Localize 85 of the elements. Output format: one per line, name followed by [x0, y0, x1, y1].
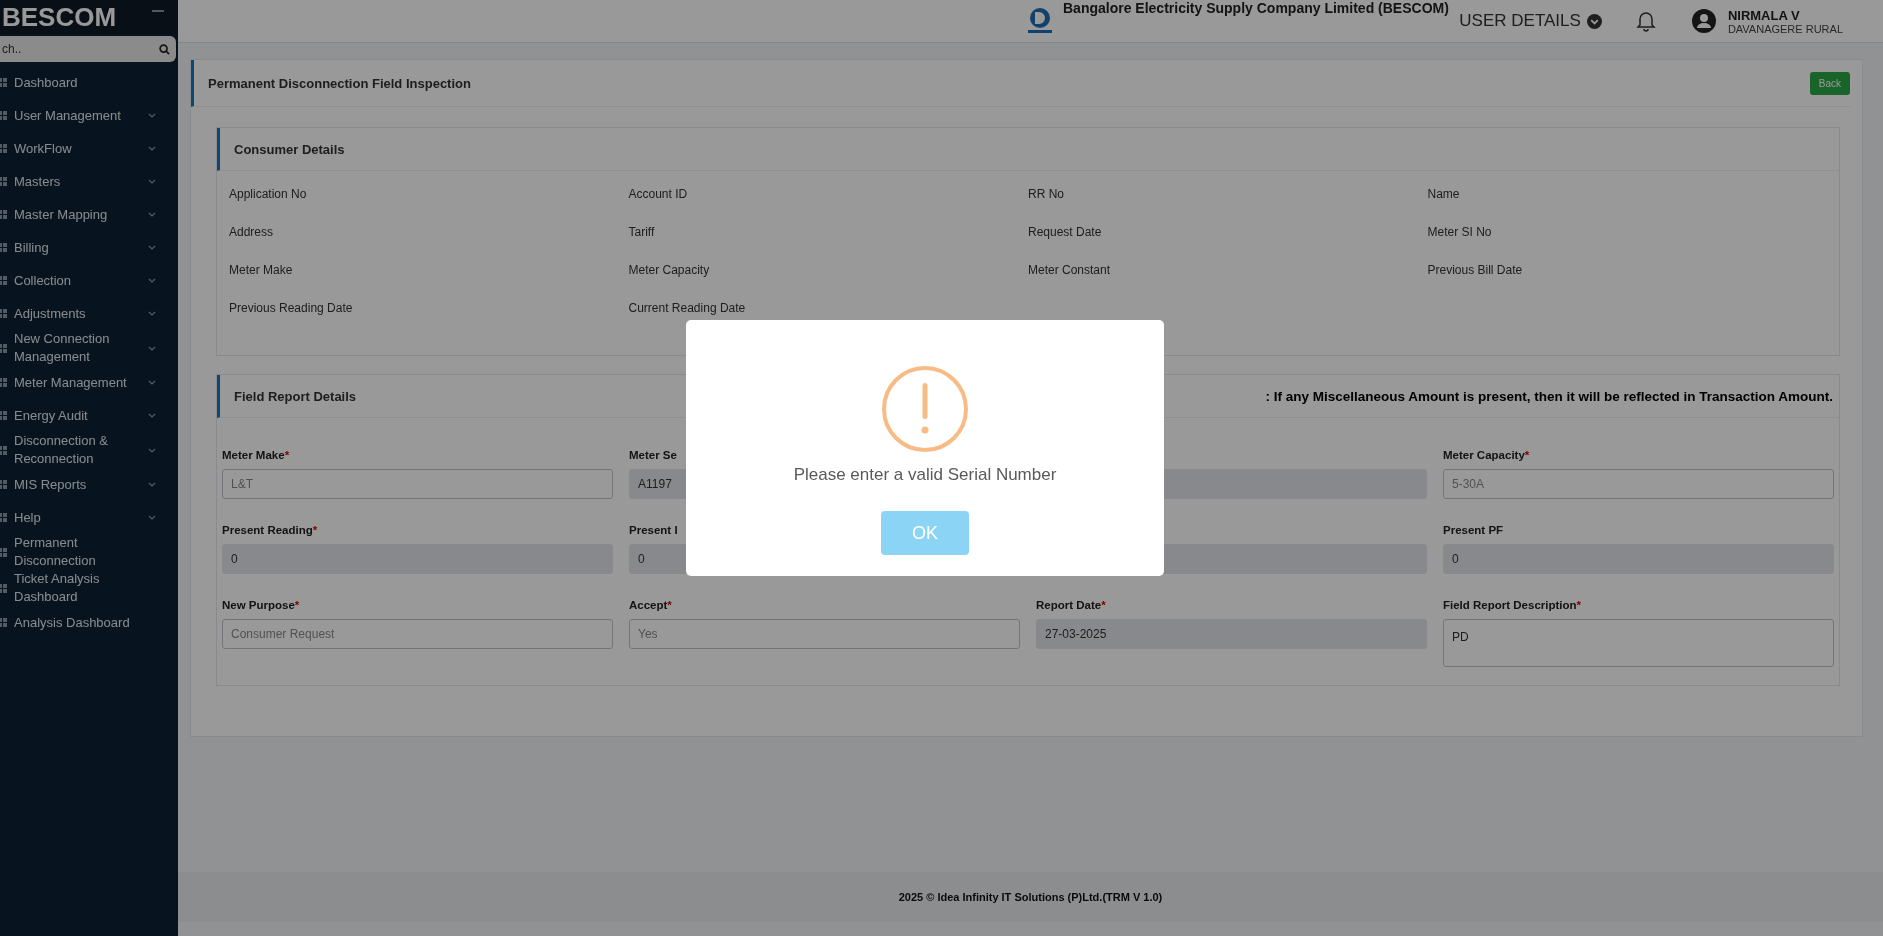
- dropdown-field[interactable]: Yes: [629, 619, 1020, 649]
- field-label: Present Reading*: [222, 524, 318, 536]
- field-label: Previous Reading Date: [229, 301, 354, 315]
- field-label: RR No: [1028, 187, 1065, 201]
- input-field[interactable]: 27-03-2025: [1036, 619, 1427, 649]
- field-label: Account ID: [628, 187, 689, 201]
- grid-icon: [0, 480, 7, 489]
- input-field[interactable]: 0: [222, 544, 613, 574]
- company-name: Bangalore Electricity Supply Company Limited (BESCOM): [1063, 0, 1449, 16]
- grid-icon: [0, 547, 7, 557]
- search-icon[interactable]: [159, 44, 170, 55]
- user-region: DAVANAGERE RURAL: [1727, 22, 1843, 35]
- section-title: Field Report Details: [234, 388, 357, 404]
- dialog-message: Please enter a valid Serial Number: [793, 465, 1057, 485]
- field-label: Application No: [229, 187, 308, 201]
- field-label: Meter Se: [629, 449, 677, 461]
- input-field[interactable]: 0: [1443, 544, 1834, 574]
- field-label: Address: [229, 225, 275, 239]
- sidebar-item[interactable]: Collection: [0, 264, 178, 297]
- text-area[interactable]: PD: [1443, 619, 1834, 667]
- grid-icon: [0, 583, 7, 593]
- field-label: Meter Capacity*: [1443, 449, 1530, 461]
- grid-icon: [0, 276, 7, 285]
- grid-icon: [0, 177, 7, 186]
- field-label: Tariff: [628, 225, 656, 239]
- sidebar-item[interactable]: Masters: [0, 165, 178, 198]
- sidebar-item[interactable]: Meter Management: [0, 366, 178, 399]
- field-label: Report Date*: [1036, 599, 1106, 611]
- sidebar-item[interactable]: MIS Reports: [0, 468, 178, 501]
- sidebar-item[interactable]: Disconnection & Reconnection: [0, 432, 178, 468]
- user-name: NIRMALA V: [1727, 7, 1801, 23]
- grid-icon: [0, 343, 7, 353]
- field-label: Accept*: [629, 599, 672, 611]
- grid-icon: [0, 513, 7, 522]
- field-label: Request Date: [1028, 225, 1103, 239]
- field-label: New Purpose*: [222, 599, 300, 611]
- brand-logo-text: BESCOM: [2, 2, 117, 32]
- bell-icon[interactable]: [1635, 10, 1656, 32]
- sidebar-item[interactable]: Dashboard: [0, 66, 178, 99]
- grid-icon: [0, 309, 7, 318]
- section-title: Consumer Details: [234, 141, 345, 157]
- chevron-circle-icon: [1586, 13, 1602, 29]
- field-label: Meter Constant: [1028, 263, 1112, 277]
- sidebar-item[interactable]: Energy Audit: [0, 399, 178, 432]
- note-text: : If any Miscellaneous Amount is present, then it will be reflected in Transaction Amount.: [1265, 388, 1833, 404]
- user-avatar-icon[interactable]: [1691, 9, 1716, 33]
- field-label: Field Report Description*: [1443, 599, 1582, 611]
- field-label: Name: [1427, 187, 1461, 201]
- field-label: Meter Capacity: [628, 263, 711, 277]
- dropdown-field[interactable]: 5-30A: [1443, 469, 1834, 499]
- sidebar-item[interactable]: Master Mapping: [0, 198, 178, 231]
- field-label: Meter SI No: [1427, 225, 1493, 239]
- sidebar-item[interactable]: New Connection Management: [0, 330, 178, 366]
- grid-icon: [0, 111, 7, 120]
- warning-icon: [881, 365, 969, 453]
- grid-icon: [0, 210, 7, 219]
- sidebar-item[interactable]: User Management: [0, 99, 178, 132]
- field-label: Current Reading Date: [628, 301, 747, 315]
- sidebar-item[interactable]: Ticket Analysis Dashboard: [0, 570, 178, 606]
- logo-icon: [1025, 8, 1055, 34]
- grid-icon: [0, 378, 7, 387]
- grid-icon: [0, 445, 7, 455]
- sidebar-item[interactable]: WorkFlow: [0, 132, 178, 165]
- grid-icon: [0, 78, 7, 87]
- menu-icon[interactable]: [152, 9, 164, 13]
- sidebar-item[interactable]: Adjustments: [0, 297, 178, 330]
- user-details-menu[interactable]: USER DETAILS: [1459, 11, 1602, 31]
- dropdown-field[interactable]: L&T: [222, 469, 613, 499]
- sidebar-item[interactable]: Billing: [0, 231, 178, 264]
- field-label: Present I: [629, 524, 678, 536]
- sidebar-item[interactable]: Analysis Dashboard: [0, 606, 178, 639]
- grid-icon: [0, 618, 7, 627]
- field-label: Previous Bill Date: [1427, 263, 1524, 277]
- dropdown-field[interactable]: Consumer Request: [222, 619, 613, 649]
- grid-icon: [0, 243, 7, 252]
- sidebar-item[interactable]: Help: [0, 501, 178, 534]
- field-label: Present PF: [1443, 524, 1504, 536]
- sidebar-item[interactable]: Permanent Disconnection: [0, 534, 178, 570]
- field-label: Meter Make: [229, 263, 294, 277]
- grid-icon: [0, 144, 7, 153]
- field-label: Meter Make*: [222, 449, 290, 461]
- search-field[interactable]: ch..: [0, 36, 176, 62]
- page-title: Permanent Disconnection Field Inspection: [208, 75, 471, 91]
- footer-text: 2025 © Idea Infinity IT Solutions (P)Ltd.(TRM V 1.0): [898, 891, 1163, 903]
- grid-icon: [0, 411, 7, 420]
